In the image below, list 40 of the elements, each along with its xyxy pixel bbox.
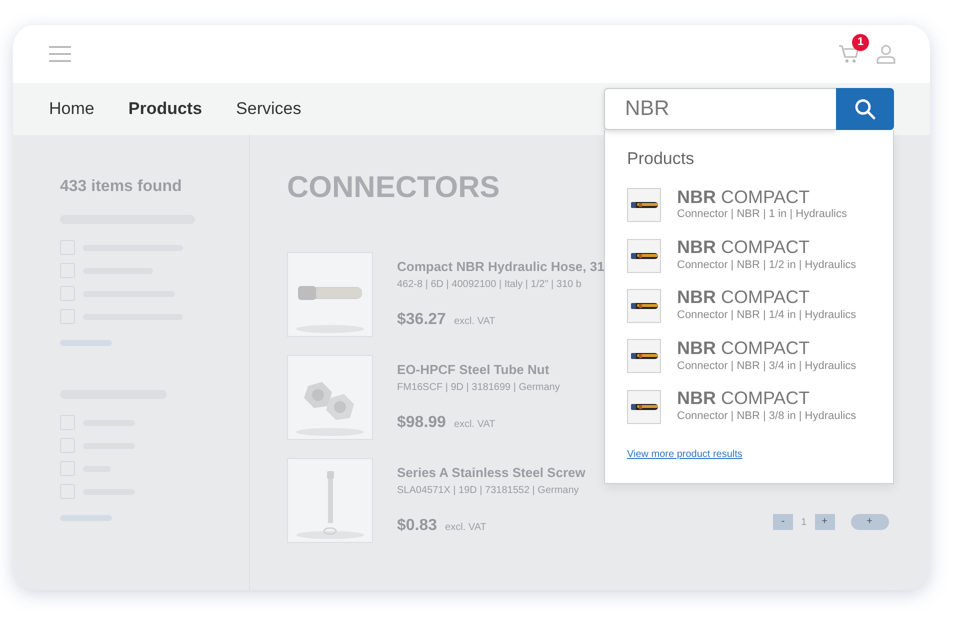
- tax-note: excl. VAT: [454, 314, 496, 329]
- view-more-link[interactable]: View more product results: [627, 447, 742, 462]
- result-details: Connector | NBR | 3/8 in | Hydraulics: [677, 408, 856, 424]
- nav-link[interactable]: Services: [236, 96, 302, 122]
- result-details: Connector | NBR | 3/4 in | Hydraulics: [677, 358, 856, 374]
- tax-note: excl. VAT: [445, 520, 486, 535]
- product-name[interactable]: EO-HPCF Steel Tube Nut: [397, 360, 560, 380]
- result-details: Connector | NBR | 1 in | Hydraulics: [677, 207, 847, 222]
- result-details: Connector | NBR | 1/4 in | Hydraulics: [677, 308, 856, 324]
- product-price: $98.99: [397, 412, 446, 433]
- search-field[interactable]: NBR: [604, 88, 836, 130]
- result-title[interactable]: NBR COMPACT: [677, 389, 856, 408]
- result-details: Connector | NBR | 1/2 in | Hydraulics: [677, 258, 856, 273]
- search-icon: [854, 98, 876, 120]
- result-title[interactable]: NBR COMPACT: [677, 338, 856, 358]
- nav-link[interactable]: Products: [128, 96, 202, 122]
- product-name[interactable]: Compact NBR Hydraulic Hose, 31: [397, 257, 604, 277]
- category-title: CONNECTORS: [287, 170, 500, 206]
- user-icon[interactable]: [876, 44, 896, 64]
- product-price: $0.83: [397, 516, 438, 536]
- add-to-cart-button[interactable]: +: [850, 514, 889, 530]
- cart-icon[interactable]: [838, 44, 860, 64]
- quantity-decrease-button[interactable]: -: [773, 514, 793, 530]
- cart-count: 1: [852, 34, 869, 51]
- items-count: 433 items found: [60, 177, 183, 197]
- product-name[interactable]: Series A Stainless Steel Screw: [397, 463, 586, 483]
- tax-note: excl. VAT: [454, 418, 496, 432]
- product-specs: SLA04571X | 19D | 73181552 | Germany: [397, 484, 580, 498]
- product-specs: 462-8 | 6D | 40092100 | Italy | 1/2" | 310 b: [397, 278, 582, 292]
- quantity-increase-button[interactable]: +: [814, 514, 835, 530]
- menu-icon[interactable]: [49, 46, 71, 62]
- result-title[interactable]: NBR COMPACT: [677, 238, 856, 257]
- result-title[interactable]: NBR COMPACT: [677, 188, 847, 206]
- product-price: $36.27: [397, 310, 446, 330]
- result-title[interactable]: NBR COMPACT: [677, 288, 856, 308]
- quantity-value: 1: [801, 516, 807, 530]
- product-specs: FM16SCF | 9D | 3181699 | Germany: [397, 380, 560, 395]
- nav-link[interactable]: Home: [49, 96, 94, 122]
- search-button[interactable]: [836, 88, 894, 130]
- results-heading: Products: [627, 148, 696, 170]
